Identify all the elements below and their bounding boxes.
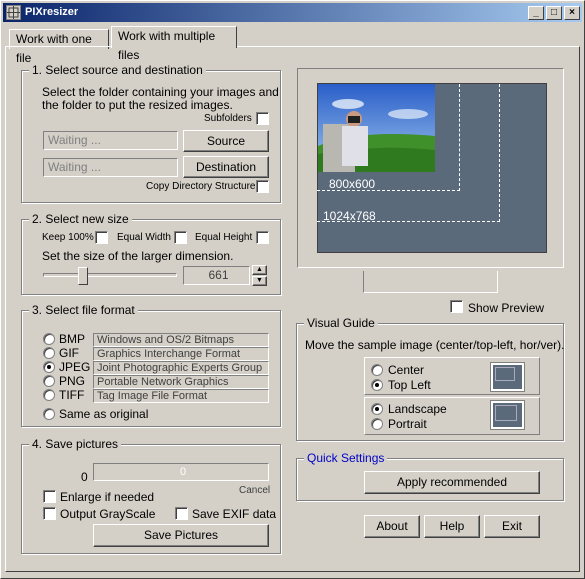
topleft-radio[interactable] [371, 379, 383, 391]
format-name-gif: GIF [59, 346, 79, 360]
orientation-preview-icon [491, 401, 524, 429]
exit-button[interactable]: Exit [484, 515, 540, 538]
same-as-original-radio[interactable] [43, 408, 55, 420]
size-group-legend: 2. Select new size [29, 212, 132, 226]
visual-guide-instruction: Move the sample image (center/top-left, … [305, 338, 565, 352]
equal-width-checkbox[interactable] [174, 231, 187, 244]
show-preview-label: Show Preview [468, 301, 545, 315]
copy-structure-label: Copy Directory Structure [146, 181, 256, 192]
format-radio-bmp[interactable] [43, 333, 55, 345]
quick-settings-legend: Quick Settings [304, 451, 388, 465]
position-preview-icon [491, 363, 524, 391]
tab-multiple-files[interactable]: Work with multiple files [111, 26, 237, 62]
source-group-legend: 1. Select source and destination [29, 63, 206, 77]
format-radio-jpeg[interactable] [43, 361, 55, 373]
equal-width-label: Equal Width [117, 232, 171, 243]
format-radio-gif[interactable] [43, 347, 55, 359]
equal-height-checkbox[interactable] [256, 231, 269, 244]
portrait-radio[interactable] [371, 418, 383, 430]
minimize-button[interactable]: _ [528, 6, 544, 20]
slider-track [43, 273, 177, 277]
topleft-label: Top Left [388, 378, 431, 392]
landscape-label: Landscape [388, 402, 447, 416]
format-name-tiff: TIFF [59, 388, 85, 402]
exif-checkbox[interactable] [175, 507, 188, 520]
format-name-jpeg: JPEG [59, 360, 91, 374]
save-group-legend: 4. Save pictures [29, 437, 122, 451]
source-button[interactable]: Source [183, 130, 269, 152]
slider-thumb[interactable] [78, 267, 88, 285]
format-desc-jpeg: Joint Photographic Experts Group [93, 361, 269, 375]
format-radio-png[interactable] [43, 375, 55, 387]
save-pictures-button[interactable]: Save Pictures [93, 524, 269, 547]
center-radio[interactable] [371, 364, 383, 376]
portrait-label: Portrait [388, 417, 427, 431]
preview-frame: 800x600 1024x768 [297, 68, 564, 268]
sample-image [318, 84, 435, 172]
format-desc-tiff: Tag Image File Format [93, 389, 269, 403]
source-description-2: the folder to put the resized images. [42, 98, 233, 112]
save-progress-bar: 0 [93, 463, 269, 481]
enlarge-checkbox[interactable] [43, 490, 56, 503]
maximize-button[interactable]: □ [546, 6, 562, 20]
same-as-original-label: Same as original [59, 407, 149, 421]
cancel-link[interactable]: Cancel [239, 485, 270, 496]
size-instruction: Set the size of the larger dimension. [42, 249, 234, 263]
format-name-png: PNG [59, 374, 86, 388]
visual-guide-legend: Visual Guide [304, 316, 378, 330]
title-bar[interactable]: PIXresizer _ □ × [3, 3, 582, 22]
app-icon [6, 5, 21, 20]
label-800x600: 800x600 [329, 177, 376, 191]
spin-down-button[interactable]: ▼ [252, 276, 267, 286]
exif-label: Save EXIF data [192, 507, 277, 521]
close-button[interactable]: × [564, 6, 580, 20]
size-slider[interactable] [43, 267, 177, 285]
label-1024x768: 1024x768 [323, 209, 376, 223]
center-label: Center [388, 363, 425, 377]
destination-button[interactable]: Destination [183, 156, 269, 178]
format-desc-bmp: Windows and OS/2 Bitmaps [93, 333, 269, 347]
about-button[interactable]: About [364, 515, 420, 538]
destination-path-field[interactable]: Waiting ... [43, 158, 178, 177]
source-description-1: Select the folder containing your images… [42, 85, 279, 99]
window-title: PIXresizer [25, 6, 79, 18]
save-count: 0 [81, 470, 88, 484]
format-name-bmp: BMP [59, 332, 86, 346]
equal-height-label: Equal Height [195, 232, 253, 243]
landscape-radio[interactable] [371, 403, 383, 415]
grayscale-label: Output GrayScale [60, 507, 156, 521]
keep-100-checkbox[interactable] [95, 231, 108, 244]
format-desc-png: Portable Network Graphics [93, 375, 269, 389]
enlarge-label: Enlarge if needed [60, 490, 155, 504]
format-desc-gif: Graphics Interchange Format [93, 347, 269, 361]
preview-screen: 800x600 1024x768 [317, 83, 547, 253]
grayscale-checkbox[interactable] [43, 507, 56, 520]
format-group-legend: 3. Select file format [29, 303, 138, 317]
subfolders-label: Subfolders [204, 113, 252, 124]
show-preview-checkbox[interactable] [450, 300, 463, 313]
apply-recommended-button[interactable]: Apply recommended [364, 471, 540, 494]
orientation-preview-inner [495, 405, 517, 421]
position-preview-inner [495, 367, 515, 381]
format-radio-tiff[interactable] [43, 389, 55, 401]
copy-structure-checkbox[interactable] [256, 180, 269, 193]
app-window: PIXresizer _ □ × Work with one file Work… [0, 0, 585, 579]
subfolders-checkbox[interactable] [256, 112, 269, 125]
monitor-stand [363, 271, 498, 293]
size-value-field[interactable]: 661 [183, 266, 250, 285]
keep-100-label: Keep 100% [42, 232, 94, 243]
source-path-field[interactable]: Waiting ... [43, 131, 178, 150]
spin-up-button[interactable]: ▲ [252, 265, 267, 275]
help-button[interactable]: Help [424, 515, 480, 538]
